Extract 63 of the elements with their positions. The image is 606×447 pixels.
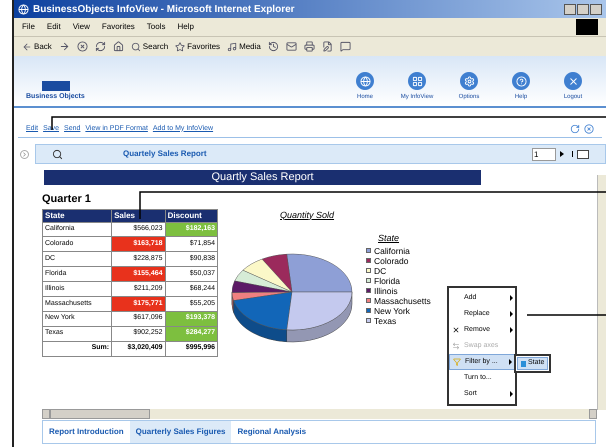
toolbar-button[interactable]: Back: [22, 40, 52, 52]
forward-arrow-icon[interactable]: [58, 41, 70, 52]
x-icon: [452, 326, 460, 334]
dimension-icon: [521, 360, 526, 366]
search-icon[interactable]: [52, 148, 63, 160]
submenu-arrow-icon: [510, 327, 513, 333]
pages-icon[interactable]: [577, 150, 589, 158]
filter-icon: [453, 358, 461, 366]
mail-icon[interactable]: [286, 41, 297, 52]
star-icon: [175, 42, 186, 52]
refresh-icon[interactable]: [94, 41, 106, 52]
menu-item[interactable]: Favorites: [102, 21, 135, 33]
grid-icon: [408, 72, 426, 90]
refresh-icon[interactable]: [570, 124, 580, 134]
toolbar-button[interactable]: Favorites: [175, 40, 220, 52]
stop-icon[interactable]: [76, 41, 88, 52]
column-header: Sales: [112, 209, 166, 222]
home-icon[interactable]: [112, 41, 124, 52]
vertical-scrollbar[interactable]: [597, 175, 606, 410]
report-name: Quartely Sales Report: [123, 148, 207, 160]
legend-label: Texas: [374, 316, 396, 326]
clock-icon[interactable]: [268, 41, 279, 52]
music-note-icon: [227, 42, 238, 52]
submenu-arrow-icon: [510, 391, 513, 397]
report-title-bar: Quartly Sales Report: [44, 170, 481, 185]
window-title: BusinessObjects InfoView - Microsoft Internet Explorer: [33, 2, 295, 16]
legend-title: State: [378, 232, 400, 245]
legend-label: California: [374, 246, 410, 256]
menu-item[interactable]: Edit: [46, 21, 61, 33]
submenu-arrow-icon: [510, 295, 513, 301]
menu-item[interactable]: Help: [177, 21, 194, 33]
expand-icon[interactable]: [20, 150, 29, 158]
legend-label: Illinois: [374, 286, 398, 296]
printer-icon[interactable]: [304, 41, 315, 52]
legend-label: New York: [374, 306, 410, 316]
tab[interactable]: Quarterly Sales Figures: [130, 421, 232, 443]
back-arrow-icon: [22, 42, 32, 52]
submenu-arrow-icon: [510, 311, 513, 317]
chat-icon[interactable]: [340, 41, 351, 52]
page-field[interactable]: 1: [532, 148, 556, 160]
next-page-icon[interactable]: [560, 151, 564, 157]
toolbar-button[interactable]: Media: [227, 40, 261, 52]
legend-label: Massachusetts: [374, 296, 431, 306]
column-header: State: [42, 209, 112, 222]
legend-label: DC: [374, 266, 386, 276]
legend-label: Florida: [374, 276, 400, 286]
menu-item[interactable]: View: [72, 21, 90, 33]
help-icon: [512, 72, 530, 90]
menu-item[interactable]: File: [22, 21, 35, 33]
scrollbar-thumb[interactable]: [50, 409, 150, 419]
menu-item[interactable]: Tools: [146, 21, 166, 33]
swap-icon: [452, 342, 460, 350]
document-edit-icon[interactable]: [322, 41, 333, 52]
search-icon: [130, 42, 141, 52]
chart-title: Quantity Sold: [280, 208, 336, 222]
toolbar-button[interactable]: Search: [130, 40, 168, 52]
column-header: Discount: [165, 209, 218, 222]
globe-icon: [356, 72, 374, 90]
logo-icon: [42, 80, 70, 90]
settings-icon: [460, 72, 478, 90]
section-title: Quarter 1: [42, 192, 91, 207]
legend-label: Colorado: [374, 256, 408, 266]
browser-icon: [18, 4, 29, 14]
